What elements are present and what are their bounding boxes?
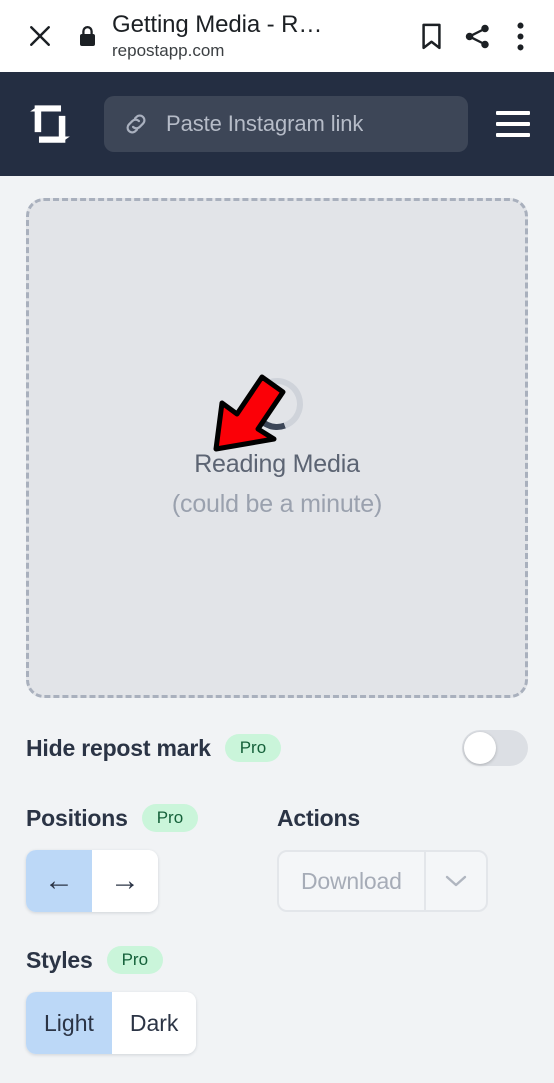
position-right-button[interactable]: → bbox=[92, 850, 158, 912]
link-icon bbox=[122, 110, 150, 138]
hide-repost-mark-label-group: Hide repost mark Pro bbox=[26, 734, 282, 762]
styles-label: Styles bbox=[26, 946, 93, 973]
style-light-button[interactable]: Light bbox=[26, 992, 112, 1054]
download-split-button: Download bbox=[277, 850, 488, 912]
positions-label: Positions bbox=[26, 804, 128, 831]
toggle-knob bbox=[464, 732, 496, 764]
app-header: Paste Instagram link bbox=[0, 72, 554, 176]
download-button[interactable]: Download bbox=[279, 852, 426, 910]
arrow-right-icon: → bbox=[110, 864, 140, 897]
positions-segmented-control: ← → bbox=[26, 850, 158, 912]
main-content: Reading Media (could be a minute) Hide r… bbox=[0, 198, 554, 1083]
hide-repost-mark-toggle[interactable] bbox=[462, 730, 528, 766]
more-vertical-icon[interactable] bbox=[500, 13, 540, 59]
styles-header: Styles Pro bbox=[26, 946, 528, 974]
loading-status-title: Reading Media bbox=[194, 449, 360, 478]
bookmark-icon[interactable] bbox=[408, 13, 454, 59]
styles-block: Styles Pro Light Dark bbox=[26, 946, 528, 1054]
hamburger-menu-icon[interactable] bbox=[490, 101, 536, 147]
positions-column: Positions Pro ← → bbox=[26, 804, 277, 912]
loading-status-subtitle: (could be a minute) bbox=[171, 489, 383, 518]
mobile-browser-screen: Getting Media - R… repostapp.com Paste I… bbox=[0, 0, 554, 1083]
positions-header: Positions Pro bbox=[26, 804, 277, 832]
chevron-down-icon[interactable] bbox=[426, 852, 486, 910]
lock-icon bbox=[74, 14, 100, 58]
positions-actions-block: Positions Pro ← → Actions Download bbox=[26, 804, 528, 912]
style-dark-button[interactable]: Dark bbox=[111, 992, 197, 1054]
browser-top-bar: Getting Media - R… repostapp.com bbox=[0, 0, 554, 72]
page-title: Getting Media - R… bbox=[112, 11, 323, 38]
hide-repost-mark-row: Hide repost mark Pro bbox=[26, 730, 528, 766]
actions-column: Actions Download bbox=[277, 804, 528, 912]
close-icon[interactable] bbox=[18, 14, 62, 58]
page-host: repostapp.com bbox=[112, 41, 225, 60]
hide-repost-mark-label: Hide repost mark bbox=[26, 734, 211, 761]
media-dropzone[interactable]: Reading Media (could be a minute) bbox=[26, 198, 528, 698]
arrow-left-icon: ← bbox=[44, 864, 74, 897]
pro-badge: Pro bbox=[106, 946, 164, 974]
instagram-link-placeholder: Paste Instagram link bbox=[166, 111, 364, 136]
browser-actions bbox=[408, 13, 540, 59]
share-icon[interactable] bbox=[454, 13, 500, 59]
position-left-button[interactable]: ← bbox=[26, 850, 92, 912]
repost-arrows-icon[interactable] bbox=[20, 94, 80, 154]
actions-header: Actions bbox=[277, 804, 528, 832]
styles-segmented-control: Light Dark bbox=[26, 992, 197, 1054]
instagram-link-input[interactable]: Paste Instagram link bbox=[104, 96, 468, 152]
loading-spinner-icon bbox=[242, 368, 312, 439]
url-block[interactable]: Getting Media - R… repostapp.com bbox=[112, 10, 408, 62]
pro-badge: Pro bbox=[224, 734, 282, 762]
actions-label: Actions bbox=[277, 804, 360, 831]
pro-badge: Pro bbox=[141, 804, 199, 832]
